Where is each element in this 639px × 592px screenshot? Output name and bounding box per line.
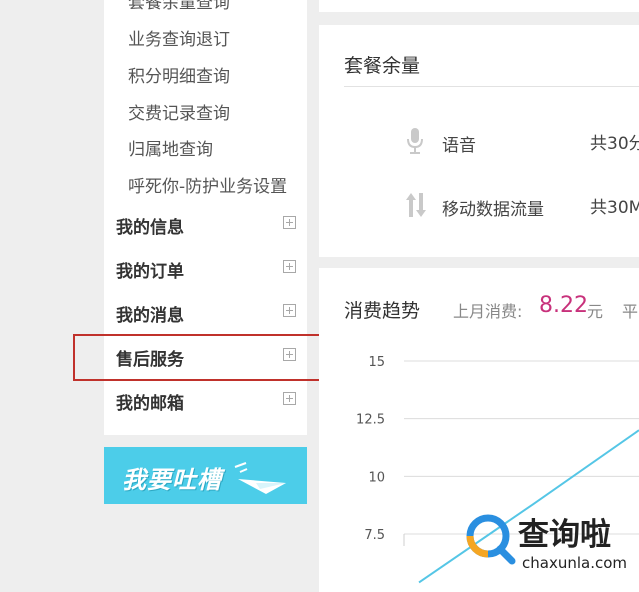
last-month-amount: 8.22 [539,293,588,318]
package-balance-panel: 套餐余量 语音 共30分 移动数据流量 共30M [319,25,639,257]
sidebar-section-my-messages[interactable]: 我的消息 [116,297,296,327]
complain-button-label: 我要吐槽 [122,466,222,494]
top-panel-edge [319,0,639,12]
section-label: 我的消息 [116,306,184,326]
sidebar-menu: 套餐余量查询 业务查询退订 积分明细查询 交费记录查询 归属地查询 呼死你-防护… [104,0,307,435]
sidebar-section-my-orders[interactable]: 我的订单 [116,253,296,283]
voice-value: 共30分 [590,134,639,154]
sidebar-section-my-mailbox[interactable]: 我的邮箱 [116,385,296,415]
section-label: 我的信息 [116,218,184,238]
watermark-subtext: chaxunla.com [522,554,627,572]
voice-label: 语音 [442,136,476,156]
expand-plus-icon[interactable] [283,216,296,229]
microphone-icon [407,128,423,154]
up-down-arrows-icon [406,193,426,217]
expand-plus-icon[interactable] [283,260,296,273]
expand-plus-icon[interactable] [283,304,296,317]
sidebar-section-my-info[interactable]: 我的信息 [116,209,296,239]
data-traffic-value: 共30M [590,198,639,218]
sidebar-item-business-unsubscribe[interactable]: 业务查询退订 [128,25,230,50]
sidebar-item-location-query[interactable]: 归属地查询 [128,135,213,160]
paper-plane-icon [234,462,286,494]
last-month-label: 上月消费: [453,302,523,321]
currency-unit: 元 [587,302,604,321]
sidebar-section-after-sales[interactable]: 售后服务 [116,341,296,371]
section-label: 我的邮箱 [116,394,184,414]
y-tick-label: 15 [368,355,385,370]
panel-divider [344,86,639,87]
watermark-logo-icon [466,514,516,565]
package-panel-title: 套餐余量 [344,55,421,77]
watermark: 查询啦 chaxunla.com [462,509,639,577]
expand-plus-icon[interactable] [283,392,296,405]
watermark-text: 查询啦 [518,517,611,553]
complain-button[interactable]: 我要吐槽 [104,447,307,504]
y-tick-label: 12.5 [356,413,385,428]
sidebar-item-package-balance[interactable]: 套餐余量查询 [128,0,230,13]
section-label: 我的订单 [116,262,184,282]
sidebar-item-payment-records[interactable]: 交费记录查询 [128,99,230,124]
section-label: 售后服务 [116,350,184,370]
data-traffic-label: 移动数据流量 [442,200,544,220]
y-tick-label: 7.5 [364,528,385,543]
y-tick-label: 10 [368,470,385,485]
average-label: 平 [622,302,639,321]
sidebar-item-points-detail[interactable]: 积分明细查询 [128,62,230,87]
sidebar-item-call-protection[interactable]: 呼死你-防护业务设置 [128,172,287,197]
expand-plus-icon[interactable] [283,348,296,361]
trend-panel-title: 消费趋势 [344,300,421,322]
